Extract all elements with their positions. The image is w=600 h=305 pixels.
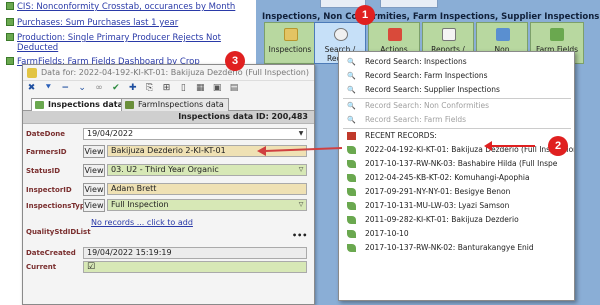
callout-arrow-farmers: [264, 147, 343, 152]
callout-arrowhead-farmers: [257, 146, 266, 156]
callout-arrows: [257, 141, 535, 156]
callout-arrowhead-2: [484, 141, 492, 151]
callout-badge-1: 1: [355, 5, 375, 25]
callout-badge-2: 2: [548, 136, 568, 156]
callout-badge-3: 3: [225, 51, 245, 71]
